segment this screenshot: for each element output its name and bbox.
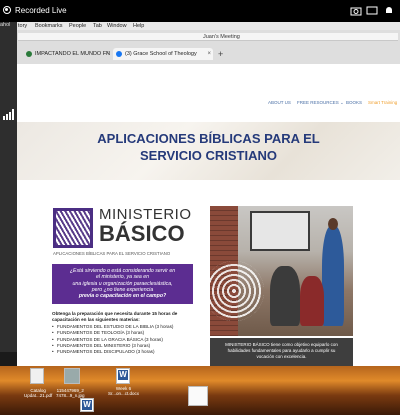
course-description: Obtenga la preparación que necesita dura… [52, 311, 202, 356]
nav-free-resources[interactable]: FREE RESOURCES ⌄ [297, 100, 344, 106]
menu-item-bookmarks[interactable]: Bookmarks [35, 23, 63, 29]
logo-mark-icon [53, 208, 93, 248]
menu-item-people[interactable]: People [69, 23, 86, 29]
screen-share-icon[interactable] [366, 5, 378, 16]
logo-line2: BÁSICO [99, 221, 185, 246]
bell-icon[interactable] [383, 5, 395, 16]
desktop-file-week6[interactable] [116, 368, 130, 384]
menu-item-tab[interactable]: Tab [93, 23, 102, 29]
window-title-bar: Juan's Meeting [18, 33, 398, 41]
hero-title: APLICACIONES BÍBLICAS PARA EL SERVICIO C… [17, 130, 400, 164]
meeting-title: Juan's Meeting [203, 34, 240, 40]
file-label: Sr...on...ct.docx [108, 391, 140, 396]
ministerio-basico-logo: MINISTERIO BÁSICO APLICACIONES BÍBLICAS … [53, 206, 196, 258]
close-tab-icon[interactable]: × [207, 51, 211, 57]
menu-item-history[interactable]: tory [18, 23, 27, 29]
classroom-photo [210, 206, 353, 336]
recorder-bar: Recorded Live [0, 0, 400, 22]
tab-strip: IMPACTANDO EL MUNDO FN × (3) Grace Schoo… [17, 45, 400, 62]
record-indicator-icon [3, 6, 11, 14]
camera-icon[interactable] [350, 5, 362, 16]
nav-smart-training[interactable]: Smart Training [368, 100, 397, 105]
course-list: FUNDAMENTOS DEL ESTUDIO DE LA BIBLIA (3 … [52, 324, 202, 356]
desktop-file-catalog[interactable] [30, 368, 44, 384]
caption-line: vocación con excelencia. [256, 354, 307, 359]
hero-title-line2: SERVICIO CRISTIANO [139, 148, 277, 163]
close-tab-icon[interactable]: × [105, 51, 109, 57]
document-file-icon [188, 386, 208, 406]
pdf-file-icon [30, 368, 44, 384]
word-file-icon [116, 368, 130, 384]
question-box: ¿Está sirviendo o está considerando serv… [52, 264, 193, 304]
mac-menubar: tory Bookmarks People Tab Window Help [17, 22, 400, 30]
nav-about-us[interactable]: ABOUT US [268, 100, 291, 105]
site-nav: ABOUT US FREE RESOURCES ⌄ BOOKS Smart Tr… [250, 100, 400, 108]
desktop-file-doc[interactable] [188, 386, 208, 406]
facebook-favicon-icon [116, 51, 122, 57]
desktop-left-strip: ahol [0, 22, 17, 352]
photo-caption: MINISTERIO BÁSICO tiene como objetivo eq… [210, 338, 353, 366]
signal-bars-icon [3, 109, 14, 120]
image-file-icon [64, 368, 80, 384]
tab-favicon-icon [26, 51, 32, 57]
desktop-file-image[interactable] [64, 368, 80, 384]
nav-books[interactable]: BOOKS [346, 100, 362, 105]
tab-impactando[interactable]: IMPACTANDO EL MUNDO FN × [23, 48, 111, 60]
hero-title-line1: APLICACIONES BÍBLICAS PARA EL [97, 131, 320, 146]
desktop-file-word[interactable] [80, 398, 94, 412]
recorder-label: Recorded Live [15, 6, 67, 15]
menu-item-window[interactable]: Window [107, 23, 127, 29]
question-line: previa o capacitación en el campo? [78, 293, 167, 300]
file-label: Updat...21.pdf [24, 393, 53, 398]
tab-label: IMPACTANDO EL MUNDO FN [35, 51, 111, 57]
list-item: FUNDAMENTOS DEL DISCIPULADO (3 horas) [52, 349, 202, 356]
word-file-icon [80, 398, 94, 412]
tab-label: (3) Grace School of Theology [125, 51, 197, 57]
strip-text: ahol [0, 22, 11, 28]
web-page: ABOUT US FREE RESOURCES ⌄ BOOKS Smart Tr… [17, 64, 400, 366]
menu-item-help[interactable]: Help [133, 23, 144, 29]
question-line: una iglesia u organización paraeclesiást… [72, 280, 173, 287]
logo-subtitle: APLICACIONES BÍBLICAS PARA EL SERVICIO C… [53, 251, 171, 256]
new-tab-plus-icon[interactable]: + [218, 49, 223, 59]
desktop-background: Catalog Updat...21.pdf 115447969_2 7478.… [0, 366, 400, 415]
tab-grace-school[interactable]: (3) Grace School of Theology × [113, 48, 213, 60]
